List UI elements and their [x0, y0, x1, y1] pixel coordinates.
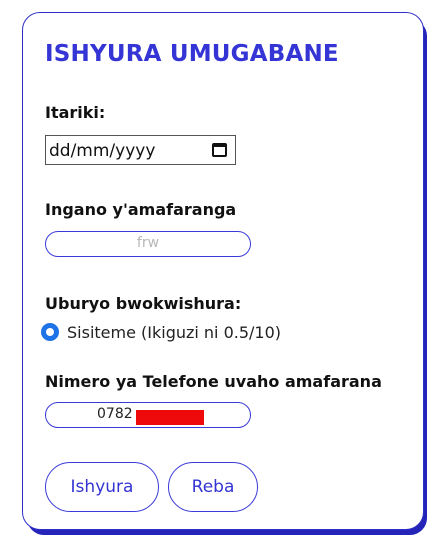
- phone-input[interactable]: 0782: [45, 402, 251, 428]
- pay-button[interactable]: Ishyura: [45, 462, 159, 512]
- view-button[interactable]: Reba: [168, 462, 258, 512]
- payment-card: ISHYURA UMUGABANE Itariki: dd/mm/yyyy In…: [22, 12, 424, 530]
- radio-selected-icon[interactable]: [41, 323, 59, 341]
- phone-label: Nimero ya Telefone uvaho amafarana: [45, 372, 382, 391]
- form-title: ISHYURA UMUGABANE: [45, 41, 339, 67]
- redaction-bar: [136, 410, 204, 425]
- amount-label: Ingano y'amafaranga: [45, 200, 237, 219]
- date-label: Itariki:: [45, 103, 106, 122]
- calendar-icon[interactable]: [212, 143, 227, 157]
- phone-input-value: 0782: [97, 406, 133, 422]
- amount-input-placeholder: frw: [136, 235, 160, 251]
- date-input[interactable]: dd/mm/yyyy: [45, 135, 236, 165]
- payment-option-label: Sisiteme (Ikiguzi ni 0.5/10): [67, 323, 282, 342]
- date-input-placeholder: dd/mm/yyyy: [49, 141, 156, 161]
- payment-method-label: Uburyo bwokwishura:: [45, 294, 242, 313]
- amount-input[interactable]: frw: [45, 231, 251, 257]
